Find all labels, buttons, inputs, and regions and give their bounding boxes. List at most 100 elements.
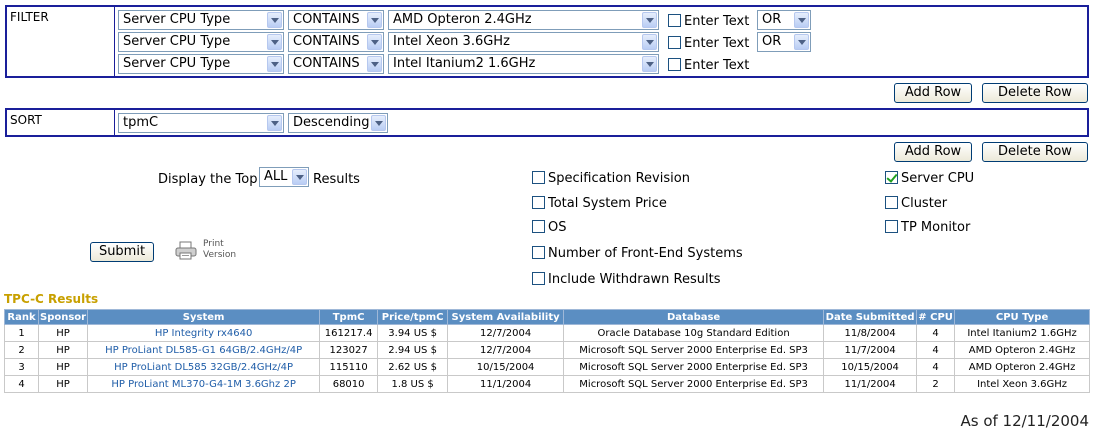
filter-operator-select[interactable]: CONTAINS (288, 54, 384, 74)
col-system[interactable]: System (87, 309, 321, 325)
sort-field-select[interactable]: tpmC (118, 113, 284, 133)
col-database[interactable]: Database (563, 309, 825, 325)
col-rank[interactable]: Rank (4, 309, 39, 325)
select-value: OR (762, 34, 782, 49)
chevron-down-icon[interactable] (642, 12, 657, 28)
printer-icon[interactable] (174, 241, 198, 261)
filter-value-select[interactable]: Intel Itanium2 1.6GHz (388, 54, 659, 74)
col-cpu-count[interactable]: # CPU (916, 309, 956, 325)
server-cpu-label: Server CPU (901, 171, 975, 186)
enter-text-label: Enter Text (684, 36, 750, 51)
print-version-link[interactable]: Print Version (203, 239, 236, 261)
cell-rank: 3 (4, 358, 39, 376)
cluster-checkbox[interactable] (885, 196, 898, 209)
chevron-down-icon[interactable] (794, 34, 809, 50)
cell-sponsor: HP (37, 375, 89, 393)
select-value: Intel Xeon 3.6GHz (393, 34, 510, 49)
cell-availability: 12/7/2004 (447, 324, 565, 342)
filter-operator-select[interactable]: CONTAINS (288, 10, 384, 30)
include-withdrawn-label: Include Withdrawn Results (548, 272, 721, 287)
sort-delete-row-button[interactable]: Delete Row (982, 142, 1088, 162)
cell-tpmc: 115110 (319, 358, 379, 376)
col-sponsor[interactable]: Sponsor (37, 309, 89, 325)
os-checkbox[interactable] (532, 220, 545, 233)
cell-sponsor: HP (37, 341, 89, 359)
display-top-select[interactable]: ALL (259, 167, 309, 187)
chevron-down-icon[interactable] (292, 169, 307, 185)
cell-price: 1.8 US $ (377, 375, 449, 393)
filter-value-select[interactable]: Intel Xeon 3.6GHz (388, 32, 659, 52)
cluster-label: Cluster (901, 196, 948, 211)
chevron-down-icon[interactable] (367, 12, 382, 28)
filter-field-select[interactable]: Server CPU Type (118, 10, 284, 30)
select-value: Server CPU Type (123, 12, 231, 27)
col-tpmc[interactable]: TpmC (319, 309, 379, 325)
cell-system-link[interactable]: HP ProLiant DL585 32GB/2.4GHz/4P (87, 358, 321, 376)
cell-cpu-type: Intel Xeon 3.6GHz (954, 375, 1090, 393)
cell-tpmc: 123027 (319, 341, 379, 359)
chevron-down-icon[interactable] (642, 56, 657, 72)
chevron-down-icon[interactable] (267, 34, 282, 50)
filter-add-row-button[interactable]: Add Row (894, 83, 972, 103)
filter-delete-row-button[interactable]: Delete Row (982, 83, 1088, 103)
cell-date-submitted: 10/15/2004 (823, 358, 918, 376)
select-value: Intel Itanium2 1.6GHz (393, 56, 536, 71)
cell-tpmc: 161217.4 (319, 324, 379, 342)
display-top-suffix: Results (313, 172, 360, 187)
select-value: tpmC (123, 115, 159, 130)
filter-logic-select[interactable]: OR (757, 32, 811, 52)
filter-operator-select[interactable]: CONTAINS (288, 32, 384, 52)
enter-text-checkbox[interactable] (668, 58, 681, 71)
filter-field-select[interactable]: Server CPU Type (118, 54, 284, 74)
cell-availability: 10/15/2004 (447, 358, 565, 376)
front-end-systems-checkbox[interactable] (532, 246, 545, 259)
tp-monitor-checkbox[interactable] (885, 220, 898, 233)
results-header-row: Rank Sponsor System TpmC Price/tpmC Syst… (4, 309, 1090, 325)
as-of-date: As of 12/11/2004 (960, 412, 1089, 430)
spec-revision-checkbox[interactable] (532, 171, 545, 184)
chevron-down-icon[interactable] (794, 12, 809, 28)
col-availability[interactable]: System Availability (447, 309, 565, 325)
cell-sponsor: HP (37, 358, 89, 376)
filter-field-select[interactable]: Server CPU Type (118, 32, 284, 52)
select-value: CONTAINS (293, 56, 360, 71)
enter-text-label: Enter Text (684, 14, 750, 29)
filter-value-select[interactable]: AMD Opteron 2.4GHz (388, 10, 659, 30)
filter-panel: FILTER Server CPU Type CONTAINS AMD Opte… (5, 5, 1089, 78)
tp-monitor-label: TP Monitor (901, 220, 971, 235)
cell-tpmc: 68010 (319, 375, 379, 393)
chevron-down-icon[interactable] (642, 34, 657, 50)
col-cpu-type[interactable]: CPU Type (954, 309, 1090, 325)
cell-database: Oracle Database 10g Standard Edition (563, 324, 825, 342)
submit-button[interactable]: Submit (90, 242, 154, 262)
chevron-down-icon[interactable] (367, 56, 382, 72)
col-date-submitted[interactable]: Date Submitted (823, 309, 918, 325)
select-value: CONTAINS (293, 12, 360, 27)
col-price[interactable]: Price/tpmC (377, 309, 449, 325)
chevron-down-icon[interactable] (367, 34, 382, 50)
cell-database: Microsoft SQL Server 2000 Enterprise Ed.… (563, 358, 825, 376)
cell-system-link[interactable]: HP ProLiant ML370-G4-1M 3.6Ghz 2P (87, 375, 321, 393)
table-row: 4 HP HP ProLiant ML370-G4-1M 3.6Ghz 2P 6… (4, 375, 1090, 393)
cell-system-link[interactable]: HP ProLiant DL585-G1 64GB/2.4GHz/4P (87, 341, 321, 359)
enter-text-checkbox[interactable] (668, 14, 681, 27)
total-system-price-checkbox[interactable] (532, 196, 545, 209)
cell-cpu-type: AMD Opteron 2.4GHz (954, 341, 1090, 359)
cell-system-link[interactable]: HP Integrity rx4640 (87, 324, 321, 342)
filter-logic-select[interactable]: OR (757, 10, 811, 30)
chevron-down-icon[interactable] (267, 12, 282, 28)
chevron-down-icon[interactable] (267, 115, 282, 131)
spec-revision-label: Specification Revision (548, 171, 690, 186)
select-value: Server CPU Type (123, 56, 231, 71)
chevron-down-icon[interactable] (371, 115, 386, 131)
select-value: Server CPU Type (123, 34, 231, 49)
filter-label: FILTER (7, 7, 115, 76)
enter-text-checkbox[interactable] (668, 36, 681, 49)
cell-price: 2.94 US $ (377, 341, 449, 359)
server-cpu-checkbox[interactable] (885, 171, 898, 184)
chevron-down-icon[interactable] (267, 56, 282, 72)
sort-add-row-button[interactable]: Add Row (894, 142, 972, 162)
include-withdrawn-checkbox[interactable] (532, 272, 545, 285)
sort-order-select[interactable]: Descending (288, 113, 388, 133)
select-value: OR (762, 12, 782, 27)
